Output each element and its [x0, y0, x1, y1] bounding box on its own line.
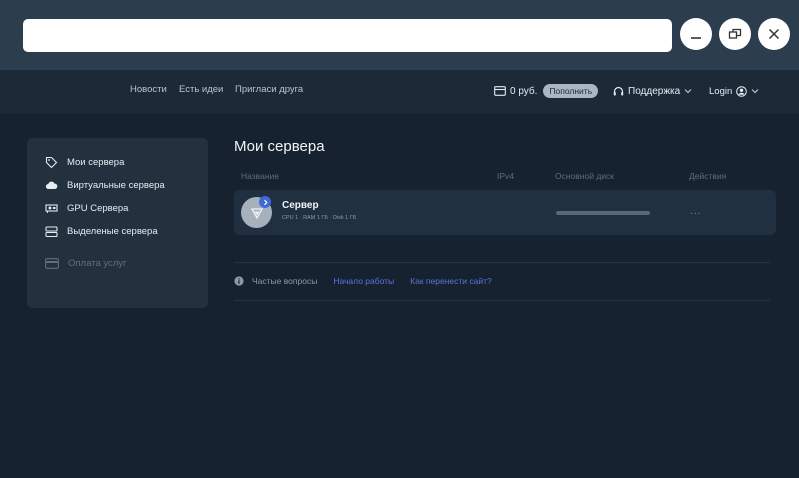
restore-button[interactable] [719, 18, 751, 50]
faq-link-migrate-site[interactable]: Как перенести сайт? [410, 276, 492, 286]
column-header-ipv4: IPv4 [497, 171, 515, 181]
column-header-name: Название [241, 171, 279, 181]
minimize-button[interactable] [680, 18, 712, 50]
sidebar-item-label: Оплата услуг [68, 257, 127, 269]
cloud-icon [45, 181, 58, 189]
login-menu[interactable]: Login [709, 80, 759, 102]
wallet-icon [494, 86, 506, 96]
user-icon [736, 85, 748, 97]
support-label: Поддержка [628, 85, 681, 97]
headset-icon [613, 86, 624, 95]
restore-icon [728, 28, 742, 39]
close-button[interactable] [758, 18, 790, 50]
sidebar-item-virtual-servers[interactable]: Виртуальные сервера [45, 178, 165, 192]
faq-link-getting-started[interactable]: Начало работы [333, 276, 394, 286]
top-navigation: Новости Есть идеи Пригласи друга 0 руб. … [0, 70, 799, 115]
tag-icon [45, 156, 58, 168]
server-actions-button[interactable]: ... [690, 206, 701, 217]
os-logo-icon [250, 207, 263, 219]
chevron-down-icon [751, 89, 759, 94]
sidebar-item-label: Выделеные сервера [67, 225, 158, 237]
divider [234, 262, 770, 263]
server-rack-icon [45, 225, 58, 237]
nav-link-news[interactable]: Новости [130, 84, 167, 95]
gpu-icon [45, 203, 58, 213]
server-status-badge [259, 196, 271, 208]
column-header-actions: Действия [689, 171, 727, 181]
login-label: Login [709, 85, 733, 97]
sidebar: Мои сервера Виртуальные сервера GPU Серв… [27, 138, 208, 308]
topup-button[interactable]: Пополнить [543, 84, 599, 98]
sidebar-item-payment[interactable]: Оплата услуг [45, 256, 126, 270]
nav-link-invite[interactable]: Пригласи друга [235, 84, 303, 95]
disk-loading-bar [556, 211, 650, 215]
page-title: Мои сервера [234, 138, 325, 155]
divider [234, 300, 770, 301]
column-header-disk: Основной диск [555, 171, 615, 181]
info-icon [234, 276, 244, 286]
balance: 0 руб. Пополнить [494, 80, 599, 102]
server-name[interactable]: Сервер [282, 200, 319, 211]
sidebar-item-label: Мои сервера [67, 156, 125, 168]
sidebar-item-dedicated-servers[interactable]: Выделеные сервера [45, 224, 158, 238]
sidebar-item-my-servers[interactable]: Мои сервера [45, 155, 124, 169]
minimize-icon [691, 37, 701, 39]
balance-amount: 0 руб. [510, 85, 538, 97]
faq-bar: Частые вопросы Начало работы Как перенес… [234, 275, 492, 287]
nav-link-ideas[interactable]: Есть идеи [179, 84, 223, 95]
support-menu[interactable]: Поддержка [613, 80, 692, 102]
chevron-down-icon [684, 89, 692, 94]
faq-label: Частые вопросы [252, 276, 318, 286]
sidebar-item-label: Виртуальные сервера [67, 179, 165, 191]
credit-card-icon [45, 257, 59, 269]
close-icon [768, 28, 780, 40]
window-titlebar [0, 0, 799, 70]
sidebar-item-label: GPU Сервера [67, 202, 129, 214]
sidebar-item-gpu-servers[interactable]: GPU Сервера [45, 201, 128, 215]
server-row[interactable]: Сервер CPU 1 · RAM 1 ГБ · Disk 1 ГБ ... [234, 190, 776, 235]
chevron-right-icon [263, 199, 268, 205]
server-spec: CPU 1 · RAM 1 ГБ · Disk 1 ГБ [282, 215, 357, 221]
address-bar[interactable] [23, 19, 672, 52]
